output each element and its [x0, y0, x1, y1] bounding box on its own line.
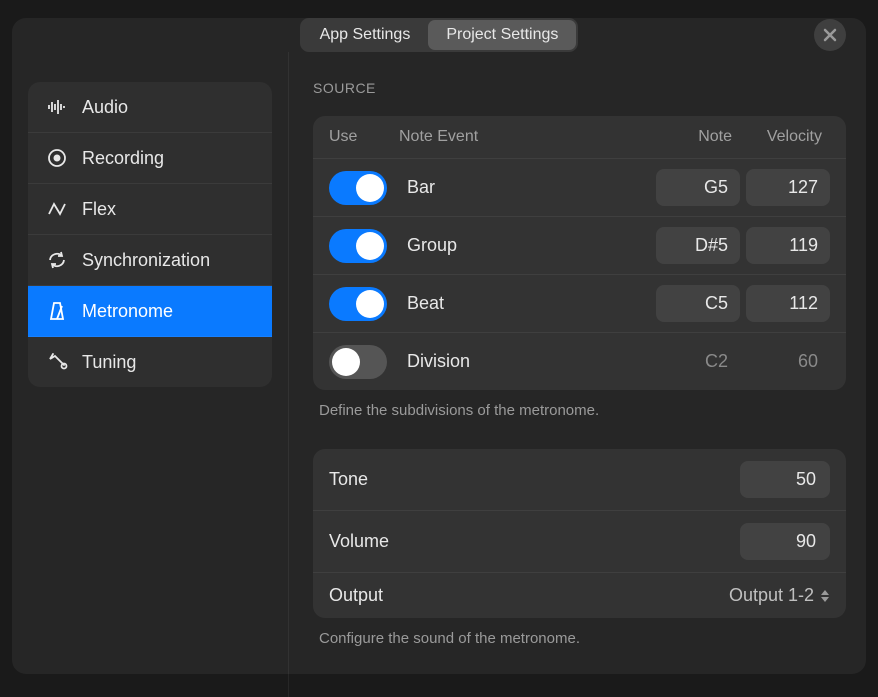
- content: Audio Recording: [12, 52, 866, 697]
- sidebar-list: Audio Recording: [28, 82, 272, 387]
- note-field-division[interactable]: C2: [656, 343, 740, 380]
- use-toggle-bar[interactable]: [329, 171, 387, 205]
- output-value-text: Output 1-2: [729, 585, 814, 606]
- sound-panel: Tone 50 Volume 90 Output Output 1-2: [313, 449, 846, 618]
- source-row-division: Division C2 60: [313, 332, 846, 390]
- settings-modal: App Settings Project Settings Audio: [12, 18, 866, 674]
- source-section-header: SOURCE: [313, 80, 846, 96]
- stepper-icon: [820, 590, 830, 602]
- metronome-icon: [46, 300, 68, 322]
- note-field-bar[interactable]: G5: [656, 169, 740, 206]
- tab-project-settings[interactable]: Project Settings: [428, 20, 576, 50]
- main-panel: SOURCE Use Note Event Note Velocity Bar …: [289, 52, 866, 697]
- sidebar-item-label: Synchronization: [82, 250, 210, 271]
- source-row-beat: Beat C5 112: [313, 274, 846, 332]
- column-note-event: Note Event: [399, 128, 650, 146]
- sidebar-item-label: Metronome: [82, 301, 173, 322]
- use-toggle-division[interactable]: [329, 345, 387, 379]
- column-note: Note: [650, 128, 740, 146]
- velocity-field-group[interactable]: 119: [746, 227, 830, 264]
- velocity-field-bar[interactable]: 127: [746, 169, 830, 206]
- tab-group: App Settings Project Settings: [300, 18, 579, 52]
- sidebar-item-label: Recording: [82, 148, 164, 169]
- tuning-icon: [46, 351, 68, 373]
- close-icon: [823, 28, 837, 42]
- source-row-bar: Bar G5 127: [313, 158, 846, 216]
- note-event-label: Beat: [399, 293, 650, 314]
- record-icon: [46, 147, 68, 169]
- sidebar-item-label: Audio: [82, 97, 128, 118]
- source-row-group: Group D#5 119: [313, 216, 846, 274]
- top-bar: App Settings Project Settings: [12, 18, 866, 52]
- sidebar: Audio Recording: [12, 52, 289, 697]
- note-field-beat[interactable]: C5: [656, 285, 740, 322]
- sidebar-item-recording[interactable]: Recording: [28, 133, 272, 184]
- tone-row: Tone 50: [313, 449, 846, 511]
- close-button[interactable]: [814, 19, 846, 51]
- sidebar-item-label: Flex: [82, 199, 116, 220]
- note-event-label: Division: [399, 351, 650, 372]
- flex-icon: [46, 198, 68, 220]
- sidebar-item-sync[interactable]: Synchronization: [28, 235, 272, 286]
- use-toggle-group[interactable]: [329, 229, 387, 263]
- sidebar-item-flex[interactable]: Flex: [28, 184, 272, 235]
- tone-field[interactable]: 50: [740, 461, 830, 498]
- output-select[interactable]: Output 1-2: [729, 585, 830, 606]
- waveform-icon: [46, 96, 68, 118]
- column-use: Use: [329, 128, 399, 146]
- velocity-field-beat[interactable]: 112: [746, 285, 830, 322]
- source-hint: Define the subdivisions of the metronome…: [319, 402, 846, 419]
- sidebar-item-audio[interactable]: Audio: [28, 82, 272, 133]
- velocity-field-division[interactable]: 60: [746, 343, 830, 380]
- column-velocity: Velocity: [740, 128, 830, 146]
- sidebar-item-metronome[interactable]: Metronome: [28, 286, 272, 337]
- sound-hint: Configure the sound of the metronome.: [319, 630, 846, 647]
- volume-field[interactable]: 90: [740, 523, 830, 560]
- sync-icon: [46, 249, 68, 271]
- tone-label: Tone: [329, 469, 368, 490]
- note-event-label: Group: [399, 235, 650, 256]
- output-row: Output Output 1-2: [313, 573, 846, 618]
- volume-row: Volume 90: [313, 511, 846, 573]
- note-event-label: Bar: [399, 177, 650, 198]
- source-panel: Use Note Event Note Velocity Bar G5 127 …: [313, 116, 846, 390]
- tab-app-settings[interactable]: App Settings: [302, 20, 429, 50]
- sidebar-item-tuning[interactable]: Tuning: [28, 337, 272, 387]
- use-toggle-beat[interactable]: [329, 287, 387, 321]
- source-columns-header: Use Note Event Note Velocity: [313, 116, 846, 158]
- output-label: Output: [329, 585, 383, 606]
- volume-label: Volume: [329, 531, 389, 552]
- note-field-group[interactable]: D#5: [656, 227, 740, 264]
- sidebar-item-label: Tuning: [82, 352, 136, 373]
